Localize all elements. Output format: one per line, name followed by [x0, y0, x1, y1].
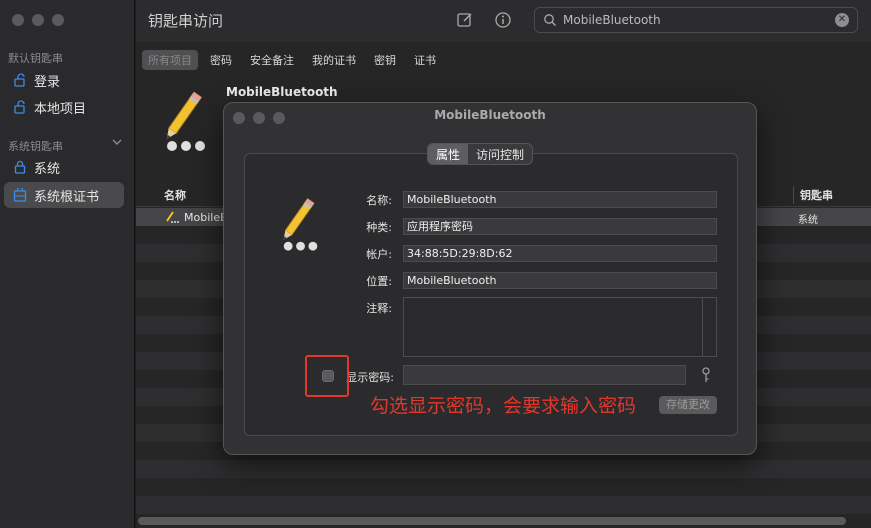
- sidebar: 默认钥匙串 登录 本地项目 系统钥匙串 系统 系统根证书: [0, 0, 135, 528]
- sidebar-section-system: 系统钥匙串: [8, 140, 63, 153]
- sidebar-item-login[interactable]: 登录: [4, 67, 124, 93]
- comments-field[interactable]: [403, 297, 717, 357]
- kind-field[interactable]: 应用程序密码: [403, 218, 717, 235]
- sidebar-item-label: 本地项目: [34, 101, 87, 117]
- sidebar-item-system[interactable]: 系统: [4, 154, 124, 180]
- sidebar-item-label: 系统根证书: [34, 189, 100, 205]
- horizontal-scrollbar[interactable]: [138, 517, 846, 525]
- search-icon: [544, 14, 556, 26]
- dialog-title: MobileBluetooth: [434, 108, 546, 122]
- tab-keys[interactable]: 密钥: [368, 50, 402, 70]
- tab-my-certificates[interactable]: 我的证书: [306, 50, 362, 70]
- search-input[interactable]: MobileBluetooth: [563, 13, 661, 27]
- name-field[interactable]: MobileBluetooth: [403, 191, 717, 208]
- cabinet-lock-icon: [12, 187, 28, 203]
- table-row-empty: [136, 496, 871, 514]
- search-field[interactable]: MobileBluetooth ✕: [534, 7, 858, 33]
- column-name[interactable]: 名称: [164, 187, 186, 203]
- password-field[interactable]: [403, 365, 686, 385]
- tab-secure-notes[interactable]: 安全备注: [244, 50, 300, 70]
- dialog-tab-control: 属性 访问控制: [427, 143, 534, 165]
- password-pencil-icon: [283, 198, 318, 251]
- category-tabs: 所有项目 密码 安全备注 我的证书 密钥 证书: [136, 48, 442, 72]
- table-row-empty: [136, 460, 871, 478]
- clear-search-icon[interactable]: ✕: [835, 13, 849, 27]
- zoom-button[interactable]: [52, 14, 64, 26]
- account-field[interactable]: 34:88:5D:29:8D:62: [403, 245, 717, 262]
- lock-icon: [12, 159, 28, 175]
- sidebar-item-system-roots[interactable]: 系统根证书: [4, 182, 124, 208]
- window-title: 钥匙串访问: [148, 12, 224, 30]
- sidebar-section-default: 默认钥匙串: [8, 52, 63, 65]
- chevron-down-icon[interactable]: [112, 137, 122, 147]
- unlock-icon: [12, 72, 28, 88]
- row-keychain: 系统: [798, 215, 818, 226]
- password-pencil-icon: [166, 91, 205, 151]
- column-divider: [793, 186, 794, 204]
- annotation-text: 勾选显示密码，会要求输入密码: [370, 395, 637, 417]
- save-changes-button[interactable]: 存储更改: [659, 396, 717, 414]
- name-label: 名称:: [366, 194, 392, 207]
- sidebar-item-local-items[interactable]: 本地项目: [4, 94, 124, 120]
- highlight-box: [305, 355, 349, 397]
- tab-all-items[interactable]: 所有项目: [142, 50, 198, 70]
- item-name-heading: MobileBluetooth: [226, 85, 338, 99]
- compose-icon[interactable]: [456, 11, 474, 29]
- tab-certificates[interactable]: 证书: [408, 50, 442, 70]
- table-row-empty: [136, 478, 871, 496]
- comments-scrollbar[interactable]: [702, 298, 716, 356]
- column-keychain[interactable]: 钥匙串: [800, 187, 833, 203]
- tab-passwords[interactable]: 密码: [204, 50, 238, 70]
- toolbar: 钥匙串访问 MobileBluetooth ✕: [136, 0, 871, 42]
- tab-attributes[interactable]: 属性: [428, 144, 469, 164]
- close-button[interactable]: [12, 14, 24, 26]
- info-icon[interactable]: [494, 11, 512, 29]
- sidebar-item-label: 系统: [34, 161, 61, 177]
- unlock-icon: [12, 99, 28, 115]
- sidebar-item-label: 登录: [34, 74, 61, 90]
- where-field[interactable]: MobileBluetooth: [403, 272, 717, 289]
- minimize-button[interactable]: [32, 14, 44, 26]
- where-label: 位置:: [366, 275, 392, 288]
- kind-label: 种类:: [366, 221, 392, 234]
- account-label: 帐户:: [366, 248, 392, 261]
- tab-access-control[interactable]: 访问控制: [468, 144, 532, 164]
- comments-label: 注释:: [366, 302, 392, 315]
- password-pencil-icon: [166, 211, 179, 223]
- key-icon[interactable]: [700, 367, 712, 383]
- window-controls: [12, 14, 64, 26]
